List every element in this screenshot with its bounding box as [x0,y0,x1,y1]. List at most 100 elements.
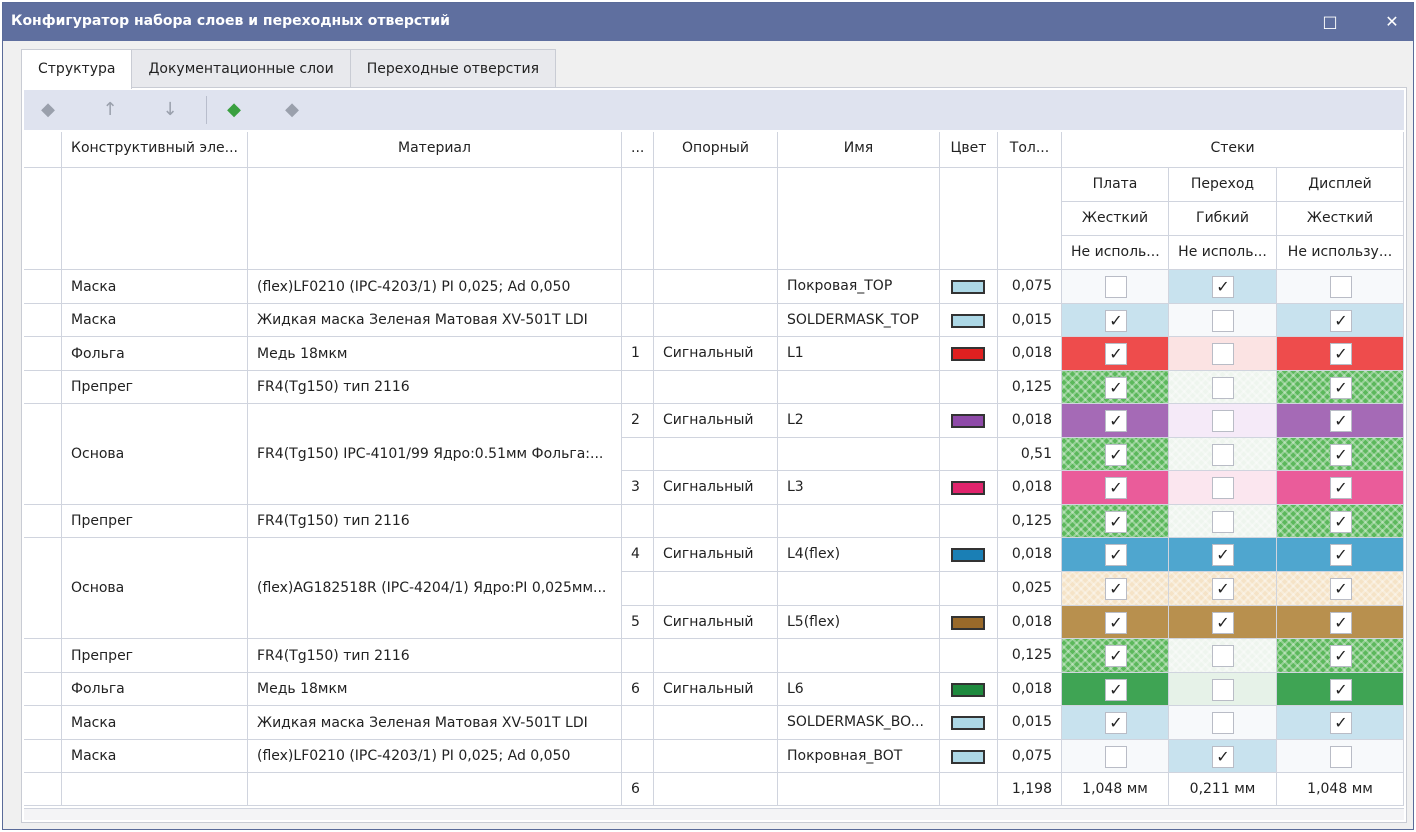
thickness-cell[interactable]: 0,018 [998,337,1062,371]
color-cell[interactable] [940,404,998,438]
layer-remove-icon[interactable]: ◆ [34,98,62,122]
stack-checkbox[interactable] [1212,343,1234,365]
stack-header-usage[interactable]: Не использу... [1277,236,1404,270]
stack-usage-cell[interactable]: ✓ [1277,371,1404,404]
close-icon[interactable]: ✕ [1377,9,1407,35]
stack-checkbox[interactable] [1212,410,1234,432]
thickness-cell[interactable]: 0,125 [998,639,1062,673]
stack-usage-cell[interactable]: ✓ [1062,505,1169,538]
reference-cell[interactable] [654,371,778,404]
row-selector[interactable] [24,304,62,337]
stack-checkbox[interactable]: ✓ [1330,410,1352,432]
thickness-cell[interactable]: 0,018 [998,404,1062,438]
element-cell[interactable]: Препрег [62,505,248,538]
stack-checkbox[interactable]: ✓ [1330,679,1352,701]
row-selector[interactable] [24,639,62,673]
stack-usage-cell[interactable]: ✓ [1277,505,1404,538]
stack-checkbox[interactable] [1212,712,1234,734]
stack-usage-cell[interactable]: ✓ [1062,304,1169,337]
stack-usage-cell[interactable] [1169,505,1277,538]
reference-cell[interactable] [654,438,778,471]
stack-usage-cell[interactable] [1169,337,1277,371]
layer-name-cell[interactable] [778,371,940,404]
reference-cell[interactable]: Сигнальный [654,471,778,505]
column-header-material[interactable]: Материал [248,132,622,168]
row-selector[interactable] [24,505,62,538]
layer-name-cell[interactable]: L6 [778,673,940,706]
stack-checkbox[interactable] [1105,746,1127,768]
color-swatch[interactable] [951,414,985,428]
row-selector[interactable] [24,673,62,706]
element-cell[interactable]: Основа [62,404,248,505]
color-swatch[interactable] [951,548,985,562]
element-cell[interactable]: Фольга [62,337,248,371]
stack-checkbox[interactable] [1212,679,1234,701]
color-cell[interactable] [940,740,998,773]
stack-usage-cell[interactable]: ✓ [1062,706,1169,740]
layer-name-cell[interactable] [778,572,940,606]
stack-usage-cell[interactable] [1169,304,1277,337]
reference-cell[interactable] [654,270,778,304]
stack-checkbox[interactable] [1212,511,1234,533]
stack-checkbox[interactable]: ✓ [1105,343,1127,365]
thickness-cell[interactable]: 0,025 [998,572,1062,606]
material-cell[interactable]: FR4(Tg150) тип 2116 [248,505,622,538]
material-cell[interactable]: (flex)LF0210 (IPC-4203/1) PI 0,025; Ad 0… [248,270,622,304]
stack-usage-cell[interactable] [1062,270,1169,304]
stack-checkbox[interactable]: ✓ [1105,578,1127,600]
stack-usage-cell[interactable]: ✓ [1169,606,1277,639]
stack-usage-cell[interactable]: ✓ [1062,471,1169,505]
stack-checkbox[interactable]: ✓ [1105,377,1127,399]
material-cell[interactable]: FR4(Tg150) тип 2116 [248,639,622,673]
color-cell[interactable] [940,572,998,606]
stack-checkbox[interactable]: ✓ [1212,276,1234,298]
stack-usage-cell[interactable] [1169,371,1277,404]
column-header-name[interactable]: Имя [778,132,940,168]
stack-usage-cell[interactable]: ✓ [1277,706,1404,740]
column-header-element[interactable]: Конструктивный эле... [62,132,248,168]
stack-header-usage[interactable]: Не исполь... [1169,236,1277,270]
layer-name-cell[interactable]: L2 [778,404,940,438]
color-cell[interactable] [940,505,998,538]
color-swatch[interactable] [951,683,985,697]
stack-checkbox[interactable]: ✓ [1212,612,1234,634]
tab-structure[interactable]: Структура [21,49,133,89]
stack-checkbox[interactable] [1212,310,1234,332]
stack-usage-cell[interactable]: ✓ [1277,639,1404,673]
layer-name-cell[interactable]: L3 [778,471,940,505]
stack-usage-cell[interactable] [1169,471,1277,505]
stack-usage-cell[interactable]: ✓ [1062,371,1169,404]
thickness-cell[interactable]: 0,125 [998,505,1062,538]
thickness-cell[interactable]: 0,015 [998,706,1062,740]
stack-checkbox[interactable]: ✓ [1330,343,1352,365]
material-cell[interactable]: Жидкая маска Зеленая Матовая XV-501T LDI [248,706,622,740]
stack-checkbox[interactable]: ✓ [1330,712,1352,734]
element-cell[interactable]: Препрег [62,639,248,673]
thickness-cell[interactable]: 0,015 [998,304,1062,337]
color-cell[interactable] [940,337,998,371]
layer-name-cell[interactable] [778,505,940,538]
stack-usage-cell[interactable] [1169,438,1277,471]
thickness-cell[interactable]: 0,018 [998,538,1062,572]
arrow-up-icon[interactable]: ↑ [96,98,124,122]
column-header-reference[interactable]: Опорный [654,132,778,168]
row-selector[interactable] [24,740,62,773]
thickness-cell[interactable]: 0,018 [998,471,1062,505]
row-selector[interactable] [24,371,62,404]
thickness-cell[interactable]: 0,51 [998,438,1062,471]
stack-checkbox[interactable]: ✓ [1330,444,1352,466]
stack-checkbox[interactable]: ✓ [1105,679,1127,701]
material-cell[interactable]: (flex)AG182518R (IPC-4204/1) Ядро:PI 0,0… [248,538,622,639]
color-cell[interactable] [940,371,998,404]
stack-usage-cell[interactable]: ✓ [1062,337,1169,371]
reference-cell[interactable]: Сигнальный [654,606,778,639]
material-cell[interactable]: Медь 18мкм [248,673,622,706]
layer-name-cell[interactable]: Покровая_TOP [778,270,940,304]
stack-checkbox[interactable]: ✓ [1105,410,1127,432]
row-selector[interactable] [24,270,62,304]
layer-name-cell[interactable]: Покровная_BOT [778,740,940,773]
arrow-down-icon[interactable]: ↓ [156,98,184,122]
stack-checkbox[interactable] [1330,746,1352,768]
horizontal-scrollbar[interactable] [24,808,1404,820]
color-swatch[interactable] [951,347,985,361]
